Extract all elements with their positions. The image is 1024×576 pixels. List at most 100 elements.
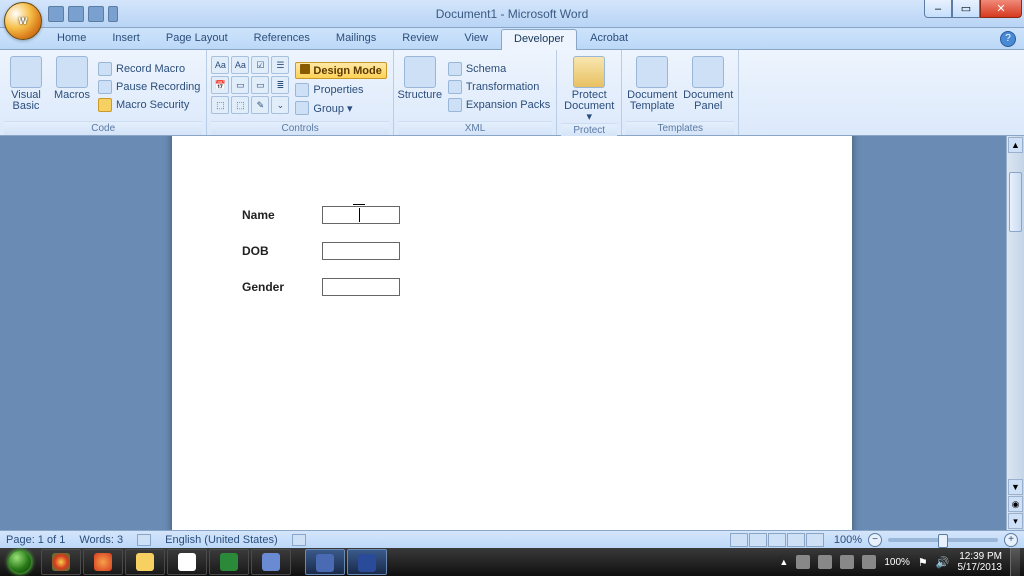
- word-count[interactable]: Words: 3: [79, 534, 123, 546]
- name-field[interactable]: [322, 206, 400, 224]
- zoom-out-button[interactable]: −: [868, 533, 882, 547]
- form-row-name: Name: [242, 206, 782, 224]
- tab-view[interactable]: View: [451, 28, 501, 49]
- properties-button[interactable]: Properties: [293, 82, 388, 98]
- tray-icon-3[interactable]: [840, 555, 854, 569]
- macro-security-label: Macro Security: [116, 99, 189, 111]
- tray-icon-1[interactable]: [796, 555, 810, 569]
- protect-document-button[interactable]: Protect Document ▾: [561, 52, 617, 123]
- zoom-slider[interactable]: [888, 538, 998, 542]
- scroll-up-icon[interactable]: ▲: [1008, 137, 1023, 153]
- schema-icon: [448, 62, 462, 76]
- group-controls-label: Controls: [211, 121, 388, 135]
- group-icon: [295, 101, 309, 115]
- qat-more-icon[interactable]: [108, 6, 118, 22]
- transformation-button[interactable]: Transformation: [446, 79, 552, 95]
- tab-page-layout[interactable]: Page Layout: [153, 28, 241, 49]
- window-title: Document1 - Microsoft Word: [436, 7, 589, 21]
- tab-acrobat[interactable]: Acrobat: [577, 28, 641, 49]
- group-button[interactable]: Group ▾: [293, 100, 388, 116]
- tray-icon-2[interactable]: [818, 555, 832, 569]
- tab-review[interactable]: Review: [389, 28, 451, 49]
- taskbar-chrome[interactable]: [41, 549, 81, 575]
- print-layout-view-icon[interactable]: [730, 533, 748, 547]
- document-panel-button[interactable]: Document Panel: [682, 52, 734, 121]
- vertical-scrollbar[interactable]: ▲ ▼ ◉ ▾: [1006, 136, 1024, 530]
- expansion-packs-button[interactable]: Expansion Packs: [446, 97, 552, 113]
- undo-icon[interactable]: [68, 6, 84, 22]
- pause-recording-label: Pause Recording: [116, 81, 200, 93]
- close-button[interactable]: ✕: [980, 0, 1022, 18]
- page-indicator[interactable]: Page: 1 of 1: [6, 534, 65, 546]
- taskbar-excel[interactable]: [209, 549, 249, 575]
- previous-page-icon[interactable]: ◉: [1008, 496, 1023, 512]
- pause-recording-button[interactable]: Pause Recording: [96, 79, 202, 95]
- taskbar-mail[interactable]: [167, 549, 207, 575]
- spellcheck-icon[interactable]: [137, 534, 151, 546]
- web-layout-view-icon[interactable]: [768, 533, 786, 547]
- form-row-gender: Gender: [242, 278, 782, 296]
- controls-gallery[interactable]: AaAa☑☰ 📅▭▭≣ ⬚⬚✎⌄: [211, 56, 289, 121]
- start-button[interactable]: [0, 548, 40, 576]
- outline-view-icon[interactable]: [787, 533, 805, 547]
- macro-security-button[interactable]: Macro Security: [96, 97, 202, 113]
- transformation-label: Transformation: [466, 81, 540, 93]
- name-label: Name: [242, 208, 322, 222]
- expansion-packs-icon: [448, 98, 462, 112]
- macros-label: Macros: [54, 90, 90, 101]
- record-macro-label: Record Macro: [116, 63, 185, 75]
- design-mode-label: Design Mode: [313, 65, 381, 77]
- tray-icon-4[interactable]: [862, 555, 876, 569]
- tray-volume-icon[interactable]: 🔊: [936, 556, 950, 569]
- document-page[interactable]: Name DOB Gender: [172, 136, 852, 530]
- insert-mode-icon[interactable]: [292, 534, 306, 546]
- zoom-level[interactable]: 100%: [834, 534, 862, 546]
- full-screen-view-icon[interactable]: [749, 533, 767, 547]
- tray-expand-icon[interactable]: ▲: [779, 557, 788, 567]
- form-row-dob: DOB: [242, 242, 782, 260]
- tray-zoom: 100%: [884, 557, 910, 568]
- document-template-button[interactable]: Document Template: [626, 52, 678, 121]
- protect-document-icon: [573, 56, 605, 88]
- scroll-thumb[interactable]: [1009, 172, 1022, 232]
- office-button[interactable]: W: [4, 2, 42, 40]
- help-icon[interactable]: ?: [1000, 31, 1016, 47]
- tray-clock[interactable]: 12:39 PM 5/17/2013: [958, 551, 1003, 573]
- schema-button[interactable]: Schema: [446, 61, 552, 77]
- group-protect-label: Protect: [561, 123, 617, 137]
- design-mode-button[interactable]: Design Mode: [293, 61, 388, 80]
- scroll-down-icon[interactable]: ▼: [1008, 479, 1023, 495]
- record-macro-button[interactable]: Record Macro: [96, 61, 202, 77]
- tab-references[interactable]: References: [241, 28, 323, 49]
- taskbar-explorer[interactable]: [125, 549, 165, 575]
- language-indicator[interactable]: English (United States): [165, 534, 278, 546]
- tab-mailings[interactable]: Mailings: [323, 28, 389, 49]
- tray-flag-icon[interactable]: ⚑: [918, 556, 928, 569]
- draft-view-icon[interactable]: [806, 533, 824, 547]
- tab-developer[interactable]: Developer: [501, 29, 577, 50]
- zoom-in-button[interactable]: +: [1004, 533, 1018, 547]
- gender-field[interactable]: [322, 278, 400, 296]
- tab-insert[interactable]: Insert: [99, 28, 153, 49]
- taskbar-firefox[interactable]: [83, 549, 123, 575]
- tab-home[interactable]: Home: [44, 28, 99, 49]
- visual-basic-icon: [10, 56, 42, 88]
- group-xml: Structure Schema Transformation Expansio…: [394, 50, 557, 135]
- document-template-icon: [636, 56, 668, 88]
- taskbar-snip[interactable]: [251, 549, 291, 575]
- group-code: Visual Basic Macros Record Macro Pause R…: [0, 50, 207, 135]
- structure-button[interactable]: Structure: [398, 52, 442, 121]
- macros-button[interactable]: Macros: [52, 52, 92, 121]
- minimize-button[interactable]: –: [924, 0, 952, 18]
- dob-field[interactable]: [322, 242, 400, 260]
- taskbar-word[interactable]: [347, 549, 387, 575]
- maximize-button[interactable]: ▭: [952, 0, 980, 18]
- taskbar-app1[interactable]: [305, 549, 345, 575]
- next-page-icon[interactable]: ▾: [1008, 513, 1023, 529]
- save-icon[interactable]: [48, 6, 64, 22]
- titlebar: W Document1 - Microsoft Word – ▭ ✕: [0, 0, 1024, 28]
- properties-icon: [295, 83, 309, 97]
- show-desktop-button[interactable]: [1010, 548, 1020, 576]
- redo-icon[interactable]: [88, 6, 104, 22]
- visual-basic-button[interactable]: Visual Basic: [4, 52, 48, 121]
